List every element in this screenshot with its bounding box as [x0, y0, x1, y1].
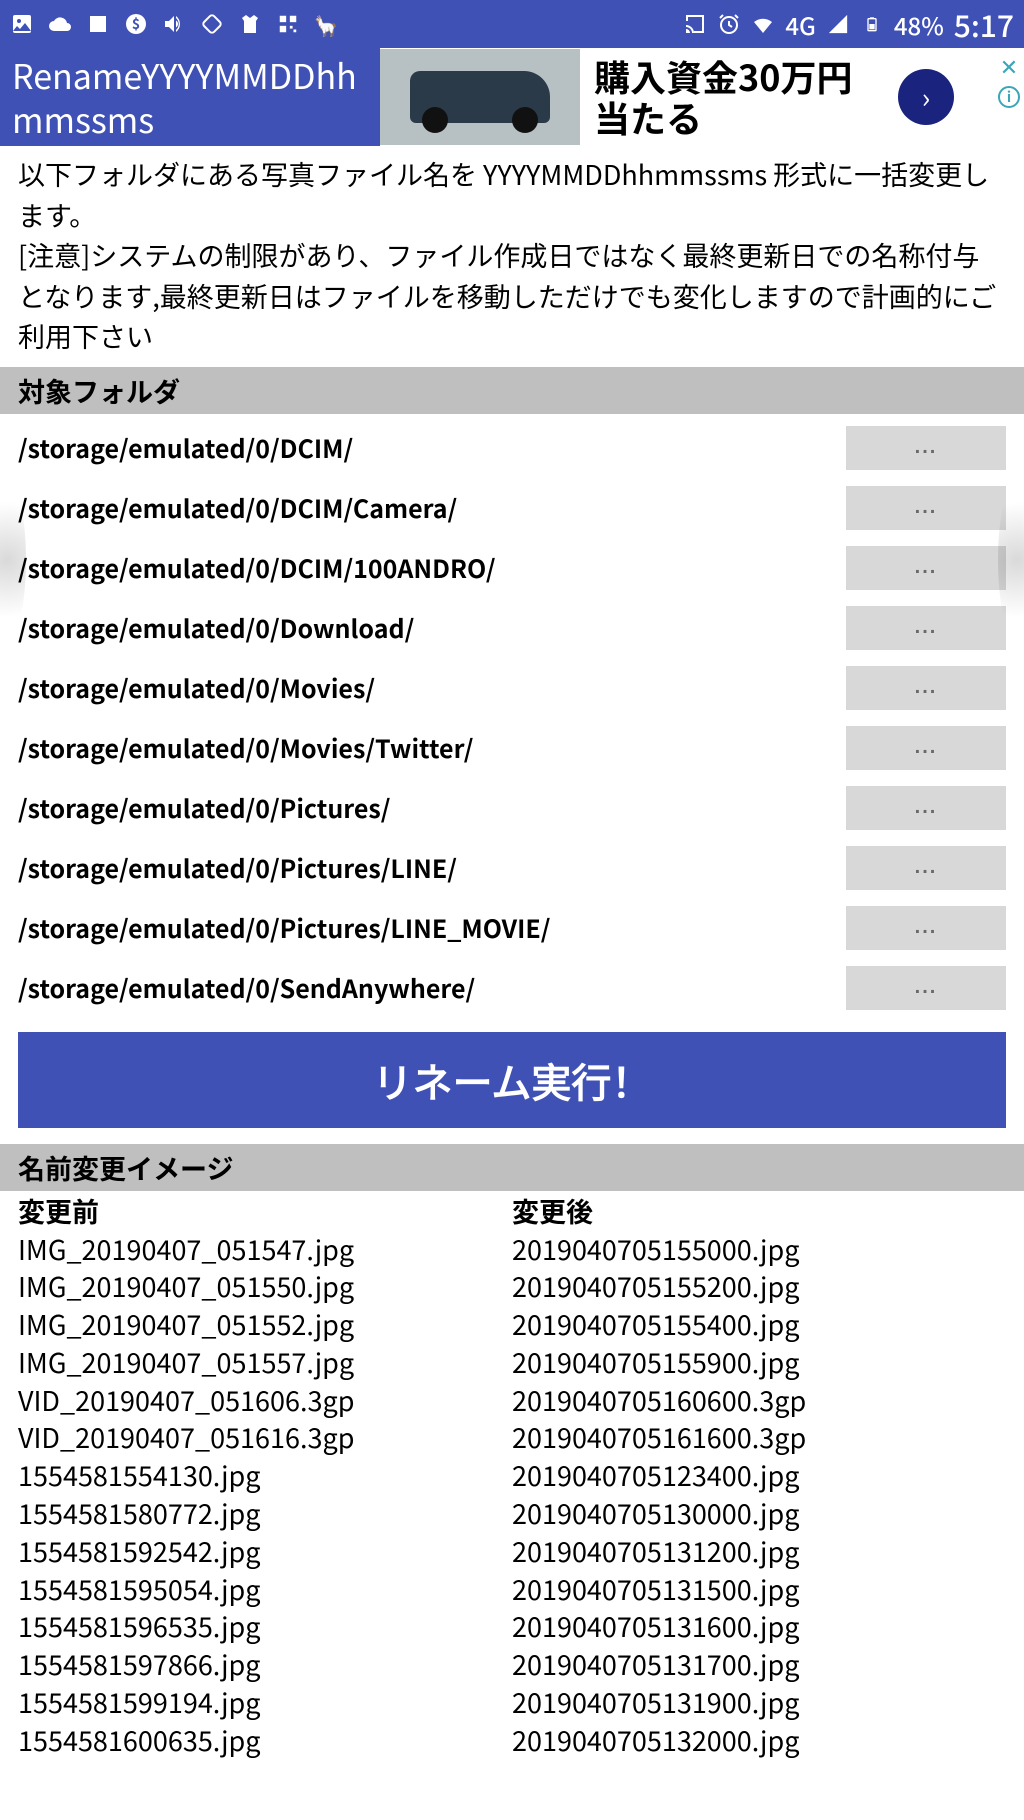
- folder-row: /storage/emulated/0/Pictures/LINE/...: [0, 838, 1024, 898]
- gallery-icon: [10, 12, 34, 36]
- battery-text: 48%: [894, 7, 944, 42]
- folder-browse-button[interactable]: ...: [846, 906, 1006, 950]
- folder-list: /storage/emulated/0/DCIM/.../storage/emu…: [0, 414, 1024, 1026]
- ad-banner[interactable]: 購入資金30万円 当たる › ✕ i: [380, 48, 1024, 146]
- folder-browse-button[interactable]: ...: [846, 666, 1006, 710]
- folder-row: /storage/emulated/0/Movies/...: [0, 658, 1024, 718]
- ad-info-icon[interactable]: i: [998, 86, 1020, 108]
- ad-close-icon[interactable]: ✕: [1000, 50, 1018, 82]
- before-filename: IMG_20190407_051557.jpg: [18, 1343, 512, 1381]
- after-filename: 2019040705131700.jpg: [512, 1645, 1006, 1683]
- status-right: 4G 48% 5:17: [683, 2, 1014, 46]
- folder-path: /storage/emulated/0/DCIM/: [18, 430, 846, 466]
- after-filename: 2019040705155400.jpg: [512, 1305, 1006, 1343]
- folder-row: /storage/emulated/0/DCIM/100ANDRO/...: [0, 538, 1024, 598]
- after-filename: 2019040705132000.jpg: [512, 1721, 1006, 1759]
- folder-browse-button[interactable]: ...: [846, 486, 1006, 530]
- folder-row: /storage/emulated/0/Pictures/LINE_MOVIE/…: [0, 898, 1024, 958]
- after-filename: 2019040705155200.jpg: [512, 1267, 1006, 1305]
- qr-icon: [276, 12, 300, 36]
- square-icon: [86, 12, 110, 36]
- folder-row: /storage/emulated/0/DCIM/...: [0, 418, 1024, 478]
- folder-browse-button[interactable]: ...: [846, 606, 1006, 650]
- before-filename: 1554581592542.jpg: [18, 1532, 512, 1570]
- after-header: 変更後: [512, 1191, 1006, 1230]
- ad-text: 購入資金30万円 当たる: [580, 56, 852, 139]
- after-filename: 2019040705161600.3gp: [512, 1418, 1006, 1456]
- signal-icon: [826, 12, 850, 36]
- before-filename: IMG_20190407_051547.jpg: [18, 1230, 512, 1268]
- after-filename: 2019040705123400.jpg: [512, 1456, 1006, 1494]
- folder-path: /storage/emulated/0/Pictures/LINE/: [18, 850, 846, 886]
- folder-path: /storage/emulated/0/Movies/Twitter/: [18, 730, 846, 766]
- after-filename: 2019040705131200.jpg: [512, 1532, 1006, 1570]
- preview-table: 変更前 変更後 IMG_20190407_051547.jpgIMG_20190…: [0, 1191, 1024, 1759]
- before-filename: IMG_20190407_051552.jpg: [18, 1305, 512, 1343]
- folder-path: /storage/emulated/0/Movies/: [18, 670, 846, 706]
- folder-browse-button[interactable]: ...: [846, 966, 1006, 1010]
- description-text: 以下フォルダにある写真ファイル名を YYYYMMDDhhmmssms 形式に一括…: [0, 146, 1024, 367]
- before-list: IMG_20190407_051547.jpgIMG_20190407_0515…: [18, 1230, 512, 1759]
- folder-row: /storage/emulated/0/Download/...: [0, 598, 1024, 658]
- execute-button[interactable]: リネーム実行！: [18, 1032, 1006, 1128]
- folder-path: /storage/emulated/0/SendAnywhere/: [18, 970, 846, 1006]
- before-filename: 1554581595054.jpg: [18, 1570, 512, 1608]
- folder-path: /storage/emulated/0/DCIM/100ANDRO/: [18, 550, 846, 586]
- before-filename: 1554581580772.jpg: [18, 1494, 512, 1532]
- before-filename: VID_20190407_051616.3gp: [18, 1418, 512, 1456]
- folder-path: /storage/emulated/0/Pictures/LINE_MOVIE/: [18, 910, 846, 946]
- cast-icon: [683, 12, 707, 36]
- before-filename: 1554581597866.jpg: [18, 1645, 512, 1683]
- folder-browse-button[interactable]: ...: [846, 726, 1006, 770]
- folder-row: /storage/emulated/0/Movies/Twitter/...: [0, 718, 1024, 778]
- folder-browse-button[interactable]: ...: [846, 426, 1006, 470]
- before-filename: VID_20190407_051606.3gp: [18, 1381, 512, 1419]
- network-type: 4G: [785, 7, 816, 42]
- rotate-icon: [200, 12, 224, 36]
- before-filename: 1554581596535.jpg: [18, 1607, 512, 1645]
- after-filename: 2019040705155000.jpg: [512, 1230, 1006, 1268]
- ad-arrow-icon[interactable]: ›: [898, 69, 954, 125]
- coin-icon: $: [124, 12, 148, 36]
- folder-path: /storage/emulated/0/Download/: [18, 610, 846, 646]
- folder-row: /storage/emulated/0/SendAnywhere/...: [0, 958, 1024, 1018]
- clock: 5:17: [954, 2, 1014, 46]
- folders-section-header: 対象フォルダ: [0, 367, 1024, 414]
- after-list: 2019040705155000.jpg2019040705155200.jpg…: [512, 1230, 1006, 1759]
- after-filename: 2019040705155900.jpg: [512, 1343, 1006, 1381]
- folder-path: /storage/emulated/0/Pictures/: [18, 790, 846, 826]
- status-bar: $ 🦙 4G 48% 5:17: [0, 0, 1024, 48]
- svg-text:$: $: [132, 14, 140, 34]
- before-filename: 1554581600635.jpg: [18, 1721, 512, 1759]
- after-filename: 2019040705131500.jpg: [512, 1570, 1006, 1608]
- shirt-icon: [238, 12, 262, 36]
- folder-row: /storage/emulated/0/DCIM/Camera/...: [0, 478, 1024, 538]
- ad-line2: 当たる: [594, 97, 852, 138]
- before-filename: IMG_20190407_051550.jpg: [18, 1267, 512, 1305]
- app-title: RenameYYYYMMDDhhmmssms: [0, 49, 380, 145]
- before-filename: 1554581554130.jpg: [18, 1456, 512, 1494]
- folder-browse-button[interactable]: ...: [846, 786, 1006, 830]
- volume-icon: [162, 12, 186, 36]
- wifi-icon: [751, 12, 775, 36]
- cloud-icon: [48, 12, 72, 36]
- after-filename: 2019040705131600.jpg: [512, 1607, 1006, 1645]
- ad-image: [380, 49, 580, 145]
- status-left-icons: $ 🦙: [10, 12, 338, 36]
- preview-section-header: 名前変更イメージ: [0, 1144, 1024, 1191]
- battery-icon: [860, 12, 884, 36]
- folder-browse-button[interactable]: ...: [846, 546, 1006, 590]
- folder-browse-button[interactable]: ...: [846, 846, 1006, 890]
- before-filename: 1554581599194.jpg: [18, 1683, 512, 1721]
- before-header: 変更前: [18, 1191, 512, 1230]
- folder-path: /storage/emulated/0/DCIM/Camera/: [18, 490, 846, 526]
- folder-row: /storage/emulated/0/Pictures/...: [0, 778, 1024, 838]
- after-filename: 2019040705130000.jpg: [512, 1494, 1006, 1532]
- after-filename: 2019040705160600.3gp: [512, 1381, 1006, 1419]
- header: RenameYYYYMMDDhhmmssms 購入資金30万円 当たる › ✕ …: [0, 48, 1024, 146]
- after-filename: 2019040705131900.jpg: [512, 1683, 1006, 1721]
- alarm-icon: [717, 12, 741, 36]
- llama-icon: 🦙: [314, 12, 338, 36]
